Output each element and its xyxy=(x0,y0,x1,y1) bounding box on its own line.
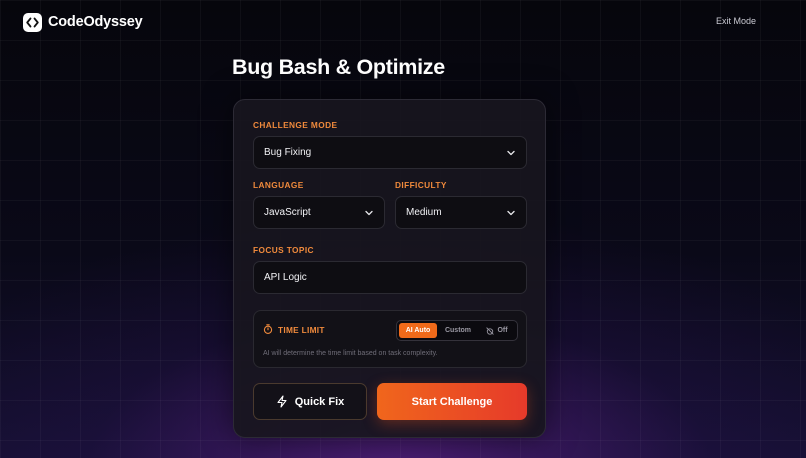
lightning-bolt-icon xyxy=(277,395,287,408)
time-limit-toggle: AI Auto Custom Off xyxy=(396,320,518,341)
difficulty-value: Medium xyxy=(406,207,442,218)
app-name: CodeOdyssey xyxy=(48,14,143,30)
focus-topic-input[interactable]: API Logic xyxy=(253,261,527,294)
exit-mode-link[interactable]: Exit Mode xyxy=(716,16,756,26)
timer-off-icon xyxy=(486,326,495,335)
challenge-config-card: CHALLENGE MODE Bug Fixing LANGUAGE JavaS… xyxy=(233,99,546,438)
time-limit-panel: TIME LIMIT AI Auto Custom Off AI will de… xyxy=(253,310,527,368)
difficulty-select[interactable]: Medium xyxy=(395,196,527,229)
start-challenge-button[interactable]: Start Challenge xyxy=(377,383,527,420)
language-value: JavaScript xyxy=(264,207,311,218)
quick-fix-label: Quick Fix xyxy=(294,395,345,408)
chevron-down-icon xyxy=(507,210,515,216)
time-limit-off-label: Off xyxy=(497,327,508,334)
start-challenge-label: Start Challenge xyxy=(411,395,493,408)
time-limit-ai-auto[interactable]: AI Auto xyxy=(399,323,437,338)
challenge-mode-select[interactable]: Bug Fixing xyxy=(253,136,527,169)
app-logo[interactable]: CodeOdyssey xyxy=(23,12,143,32)
stopwatch-icon xyxy=(263,324,273,334)
focus-topic-label: FOCUS TOPIC xyxy=(253,245,314,255)
language-select[interactable]: JavaScript xyxy=(253,196,385,229)
time-limit-description: AI will determine the time limit based o… xyxy=(263,350,438,357)
challenge-mode-label: CHALLENGE MODE xyxy=(253,120,338,130)
difficulty-label: DIFFICULTY xyxy=(395,180,447,190)
time-limit-custom[interactable]: Custom xyxy=(440,323,476,338)
page-title: Bug Bash & Optimize xyxy=(232,55,445,79)
time-limit-off[interactable]: Off xyxy=(479,323,515,338)
time-limit-label: TIME LIMIT xyxy=(278,325,325,335)
challenge-mode-value: Bug Fixing xyxy=(264,147,312,158)
code-brackets-icon xyxy=(23,12,42,32)
chevron-down-icon xyxy=(365,210,373,216)
quick-fix-button[interactable]: Quick Fix xyxy=(253,383,367,420)
focus-topic-value: API Logic xyxy=(264,272,307,283)
top-bar: CodeOdyssey Exit Mode xyxy=(0,0,806,44)
chevron-down-icon xyxy=(507,150,515,156)
language-label: LANGUAGE xyxy=(253,180,304,190)
